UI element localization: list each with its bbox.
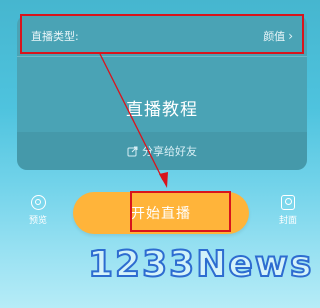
watermark-logo: 1233News [87,243,314,286]
